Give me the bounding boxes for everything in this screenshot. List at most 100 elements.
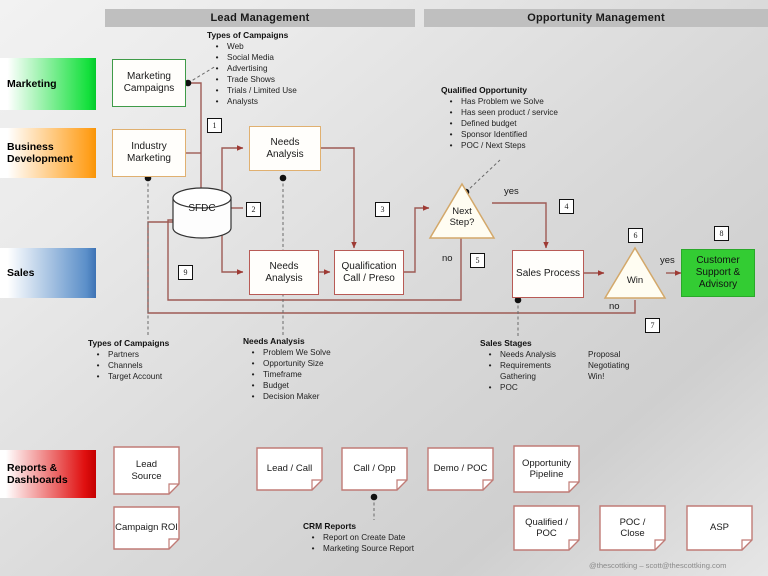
role-label-business-development: Business Development	[0, 128, 96, 178]
annotation-list: • Has Problem we Solve • Has seen product …	[441, 97, 641, 152]
report-asp[interactable]: ASP	[686, 505, 753, 551]
report-lead-source[interactable]: Lead Source	[113, 446, 180, 495]
report-label-line1: ASP	[709, 522, 729, 534]
annotation-types-of-campaigns-top: Types of Campaigns • Web • Social Media • A…	[207, 30, 397, 108]
node-needs-analysis-bizdev-line2: Analysis	[266, 148, 304, 160]
list-item: Proposal	[588, 350, 621, 360]
report-campaign-roi[interactable]: Campaign ROI	[113, 506, 180, 550]
report-opportunity-pipeline[interactable]: Opportunity Pipeline	[513, 445, 580, 493]
phase-band-lead-management: Lead Management	[105, 9, 415, 27]
annotation-types-of-campaigns-bottom: Types of Campaigns • Partners • Channels •…	[88, 338, 238, 383]
role-label-sales: Sales	[0, 248, 96, 298]
list-item: • Analysts	[207, 97, 397, 108]
annotation-title: CRM Reports	[303, 521, 357, 531]
badge-6[interactable]: 6	[628, 228, 643, 243]
badge-5[interactable]: 5	[470, 253, 485, 268]
node-industry-marketing[interactable]: Industry Marketing	[112, 129, 186, 177]
bullet-icon: •	[449, 97, 453, 107]
node-sales-process[interactable]: Sales Process	[512, 250, 584, 298]
list-item: • Web	[207, 42, 397, 53]
node-win-decision[interactable]: Win	[603, 246, 667, 300]
list-item: • Social Media	[207, 53, 397, 64]
node-customer-support-line2: Support &	[695, 267, 741, 279]
report-label-line1: Lead / Call	[266, 463, 313, 475]
list-item: • Partners	[88, 350, 238, 361]
bullet-icon: •	[96, 350, 100, 360]
badge-1[interactable]: 1	[207, 118, 222, 133]
bullet-icon: •	[96, 361, 100, 371]
node-qualification-call[interactable]: Qualification Call / Preso	[334, 250, 404, 295]
list-item: • Has Problem we Solve	[441, 97, 641, 108]
annotation-list: • Report on Create Date • Marketing Source…	[303, 533, 483, 555]
node-sfdc-label: SFDC	[188, 203, 216, 214]
annotation-column-1: • Needs Analysis • Requirements Gathering …	[480, 350, 588, 394]
report-demo-poc[interactable]: Demo / POC	[427, 447, 494, 491]
badge-7[interactable]: 7	[645, 318, 660, 333]
list-item: • POC	[480, 383, 588, 394]
diagram-canvas: Lead Management Opportunity Management M…	[0, 0, 768, 576]
node-marketing-campaigns[interactable]: Marketing Campaigns	[112, 59, 186, 107]
report-label-line1: Lead	[135, 459, 158, 471]
bullet-icon: •	[449, 140, 453, 150]
footer-credit: @thescottking – scott@thescottking.com	[589, 561, 727, 570]
list-item: • Defined budget	[441, 119, 641, 130]
annotation-title: Sales Stages	[480, 338, 532, 348]
annotation-title: Types of Campaigns	[88, 338, 170, 348]
annotation-list: Proposal Negotiating Win!	[588, 350, 678, 383]
bullet-icon: •	[488, 361, 492, 371]
bullet-icon: •	[311, 533, 315, 543]
annotation-sales-stages: Sales Stages • Needs Analysis • Requiremen…	[480, 338, 680, 394]
report-lead-call[interactable]: Lead / Call	[256, 447, 323, 491]
list-item: • Timeframe	[243, 370, 408, 381]
node-needs-analysis-bizdev[interactable]: Needs Analysis	[249, 126, 321, 171]
list-item: • Target Account	[88, 372, 238, 383]
list-item: • POC / Next Steps	[441, 141, 641, 152]
node-needs-analysis-bizdev-line1: Needs	[270, 136, 300, 148]
role-label-business-development-line1: Business	[7, 140, 54, 153]
node-next-step-decision[interactable]: Next Step?	[428, 182, 496, 240]
badge-9[interactable]: 9	[178, 265, 193, 280]
list-item: • Marketing Source Report	[303, 544, 483, 555]
node-customer-support-line3: Advisory	[698, 278, 738, 290]
node-needs-analysis-sales-line2: Analysis	[265, 272, 303, 284]
annotation-list: • Web • Social Media • Advertising • Trade S…	[207, 42, 397, 107]
annotation-needs-analysis: Needs Analysis • Problem We Solve • Opport…	[243, 336, 408, 403]
report-label: Qualified / POC	[513, 505, 580, 551]
node-qualification-call-line1: Qualification	[341, 260, 397, 272]
bullet-icon: •	[215, 85, 219, 95]
list-item: Win!	[588, 371, 605, 381]
bullet-icon: •	[449, 108, 453, 118]
annotation-list: • Problem We Solve • Opportunity Size • Tim…	[243, 348, 408, 403]
report-label: POC / Close	[599, 505, 666, 551]
node-marketing-campaigns-line2: Campaigns	[123, 83, 175, 94]
node-sales-process-label: Sales Process	[516, 268, 580, 280]
node-sfdc-datastore[interactable]: SFDC	[172, 187, 232, 239]
node-industry-marketing-line1: Industry	[131, 141, 167, 153]
bullet-icon: •	[215, 96, 219, 106]
report-label: ASP	[686, 505, 753, 551]
badge-2[interactable]: 2	[246, 202, 261, 217]
role-label-marketing: Marketing	[0, 58, 96, 110]
report-label: Call / Opp	[341, 447, 408, 491]
report-poc-close[interactable]: POC / Close	[599, 505, 666, 551]
badge-3[interactable]: 3	[375, 202, 390, 217]
report-label-line1: Campaign ROI	[115, 522, 178, 534]
node-industry-marketing-line2: Marketing	[127, 153, 171, 164]
node-customer-support-advisory[interactable]: Customer Support & Advisory	[681, 249, 755, 297]
bullet-icon: •	[251, 348, 255, 358]
bullet-icon: •	[251, 380, 255, 390]
bullet-icon: •	[488, 382, 492, 392]
role-label-reports-dashboards: Reports & Dashboards	[0, 450, 96, 498]
node-marketing-campaigns-line1: Marketing	[127, 71, 171, 83]
badge-8[interactable]: 8	[714, 226, 729, 241]
report-call-opp[interactable]: Call / Opp	[341, 447, 408, 491]
annotation-list: • Needs Analysis • Requirements Gathering …	[480, 350, 588, 394]
report-qualified-poc[interactable]: Qualified / POC	[513, 505, 580, 551]
role-label-reports-line1: Reports &	[7, 461, 58, 474]
report-label-line1: Qualified /	[525, 516, 568, 528]
node-needs-analysis-sales[interactable]: Needs Analysis	[249, 250, 319, 295]
list-item: • Budget	[243, 381, 408, 392]
report-label-line1: POC /	[619, 516, 646, 528]
bullet-icon: •	[488, 350, 492, 360]
badge-4[interactable]: 4	[559, 199, 574, 214]
